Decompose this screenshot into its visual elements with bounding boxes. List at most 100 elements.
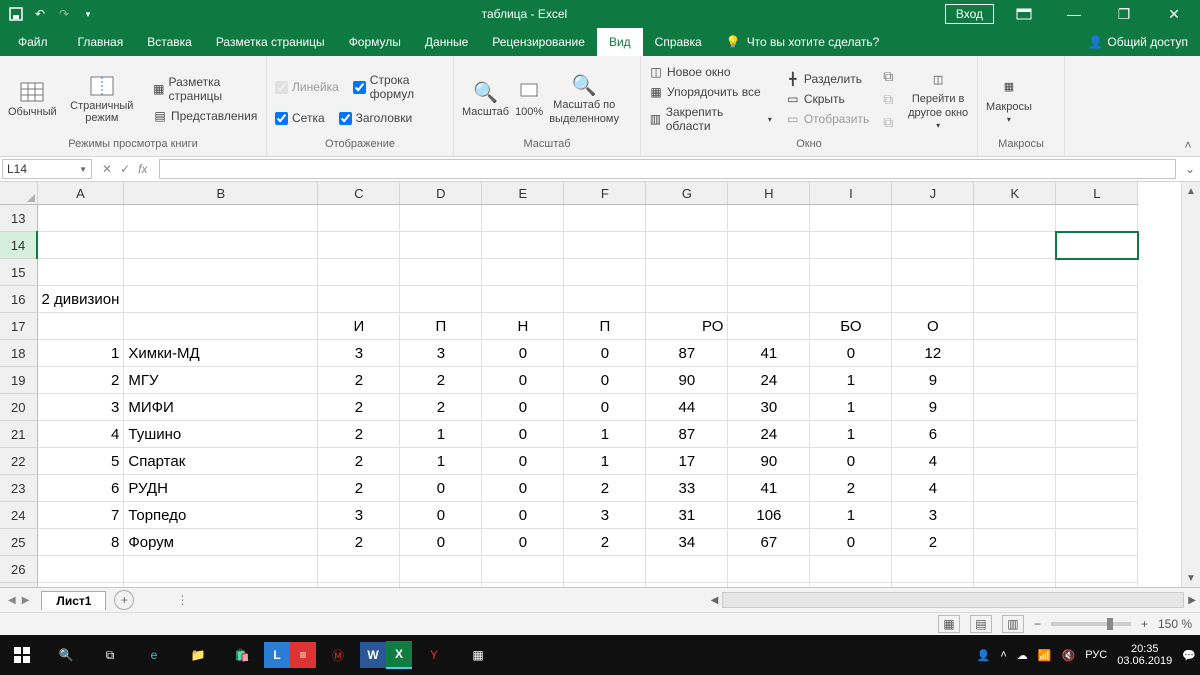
cell-D24[interactable]: 0 [400, 502, 482, 529]
cell-L21[interactable] [1056, 421, 1138, 448]
col-header-L[interactable]: L [1056, 182, 1138, 205]
new-window[interactable]: ◫Новое окно [649, 65, 772, 79]
cell-F23[interactable]: 2 [564, 475, 646, 502]
tab-Вставка[interactable]: Вставка [135, 28, 204, 56]
cell-I21[interactable]: 1 [810, 421, 892, 448]
cell-C20[interactable]: 2 [318, 394, 400, 421]
cell-G16[interactable] [646, 286, 728, 313]
col-header-F[interactable]: F [564, 182, 646, 205]
cell-L24[interactable] [1056, 502, 1138, 529]
cell-K21[interactable] [974, 421, 1056, 448]
tab-Вид[interactable]: Вид [597, 28, 643, 56]
col-header-A[interactable]: A [37, 182, 124, 205]
cell-L16[interactable] [1056, 286, 1138, 313]
cell-I15[interactable] [810, 259, 892, 286]
cell-L15[interactable] [1056, 259, 1138, 286]
view-normal[interactable]: Обычный [8, 80, 57, 118]
cell-G20[interactable]: 44 [646, 394, 728, 421]
row-header-13[interactable]: 13 [0, 205, 37, 232]
cell-E25[interactable]: 0 [482, 529, 564, 556]
cell-L26[interactable] [1056, 556, 1138, 583]
cell-K19[interactable] [974, 367, 1056, 394]
cell-C24[interactable]: 3 [318, 502, 400, 529]
cell-L18[interactable] [1056, 340, 1138, 367]
cell-A14[interactable] [37, 232, 124, 259]
cell-D17[interactable]: П [400, 313, 482, 340]
cell-I18[interactable]: 0 [810, 340, 892, 367]
cell-L20[interactable] [1056, 394, 1138, 421]
edge-icon[interactable]: e [132, 635, 176, 675]
cell-F19[interactable]: 0 [564, 367, 646, 394]
cell-I24[interactable]: 1 [810, 502, 892, 529]
calendar-icon[interactable]: ▦ [456, 635, 500, 675]
cell-F16[interactable] [564, 286, 646, 313]
cell-H26[interactable] [728, 556, 810, 583]
row-header-23[interactable]: 23 [0, 475, 37, 502]
cell-G19[interactable]: 90 [646, 367, 728, 394]
cell-F24[interactable]: 3 [564, 502, 646, 529]
cell-B17[interactable] [124, 313, 318, 340]
view-custom[interactable]: ▤Представления [153, 109, 258, 123]
cell-C21[interactable]: 2 [318, 421, 400, 448]
tab-Формулы[interactable]: Формулы [337, 28, 413, 56]
cell-H25[interactable]: 67 [728, 529, 810, 556]
reset-position-icon[interactable]: ⧉ [883, 114, 893, 131]
cell-D15[interactable] [400, 259, 482, 286]
redo-icon[interactable]: ↷ [56, 6, 72, 22]
cell-J22[interactable]: 4 [892, 448, 974, 475]
cell-G15[interactable] [646, 259, 728, 286]
col-header-C[interactable]: C [318, 182, 400, 205]
cell-J15[interactable] [892, 259, 974, 286]
row-header-21[interactable]: 21 [0, 421, 37, 448]
cell-F18[interactable]: 0 [564, 340, 646, 367]
col-header-D[interactable]: D [400, 182, 482, 205]
row-header-14[interactable]: 14 [0, 232, 37, 259]
cell-G24[interactable]: 31 [646, 502, 728, 529]
cell-G13[interactable] [646, 205, 728, 232]
sync-scroll-icon[interactable]: ⧉ [883, 91, 893, 108]
cell-I14[interactable] [810, 232, 892, 259]
zoom-selection[interactable]: 🔍Масштаб повыделенному [549, 73, 619, 125]
cell-G21[interactable]: 87 [646, 421, 728, 448]
tab-Главная[interactable]: Главная [66, 28, 136, 56]
cell-J25[interactable]: 2 [892, 529, 974, 556]
cell-E17[interactable]: Н [482, 313, 564, 340]
row-header-24[interactable]: 24 [0, 502, 37, 529]
cell-B14[interactable] [124, 232, 318, 259]
undo-icon[interactable]: ↶ [32, 6, 48, 22]
cell-F25[interactable]: 2 [564, 529, 646, 556]
cell-C19[interactable]: 2 [318, 367, 400, 394]
cell-I16[interactable] [810, 286, 892, 313]
cell-L22[interactable] [1056, 448, 1138, 475]
cell-F22[interactable]: 1 [564, 448, 646, 475]
col-header-J[interactable]: J [892, 182, 974, 205]
cell-A24[interactable]: 7 [37, 502, 124, 529]
cell-B23[interactable]: РУДН [124, 475, 318, 502]
cell-J19[interactable]: 9 [892, 367, 974, 394]
cell-D14[interactable] [400, 232, 482, 259]
task-view-icon[interactable]: ⧉ [88, 635, 132, 675]
cell-D13[interactable] [400, 205, 482, 232]
cancel-icon[interactable]: ✕ [102, 162, 112, 176]
arrange-all[interactable]: ▦Упорядочить все [649, 85, 772, 99]
cell-H15[interactable] [728, 259, 810, 286]
view-break-icon[interactable]: ▥ [1002, 615, 1024, 633]
cell-H16[interactable] [728, 286, 810, 313]
signin-button[interactable]: Вход [945, 4, 994, 24]
tab-Файл[interactable]: Файл [0, 28, 66, 56]
row-header-18[interactable]: 18 [0, 340, 37, 367]
cell-C26[interactable] [318, 556, 400, 583]
cell-C13[interactable] [318, 205, 400, 232]
cell-C18[interactable]: 3 [318, 340, 400, 367]
cell-F13[interactable] [564, 205, 646, 232]
app-l-icon[interactable]: L [264, 642, 290, 668]
cell-J20[interactable]: 9 [892, 394, 974, 421]
cell-J18[interactable]: 12 [892, 340, 974, 367]
cell-L19[interactable] [1056, 367, 1138, 394]
worksheet[interactable]: ABCDEFGHIJKL131415162 дивизион17ИПНПРОБО… [0, 182, 1138, 587]
col-header-B[interactable]: B [124, 182, 318, 205]
cell-B15[interactable] [124, 259, 318, 286]
cell-I22[interactable]: 0 [810, 448, 892, 475]
cell-E22[interactable]: 0 [482, 448, 564, 475]
cell-I25[interactable]: 0 [810, 529, 892, 556]
